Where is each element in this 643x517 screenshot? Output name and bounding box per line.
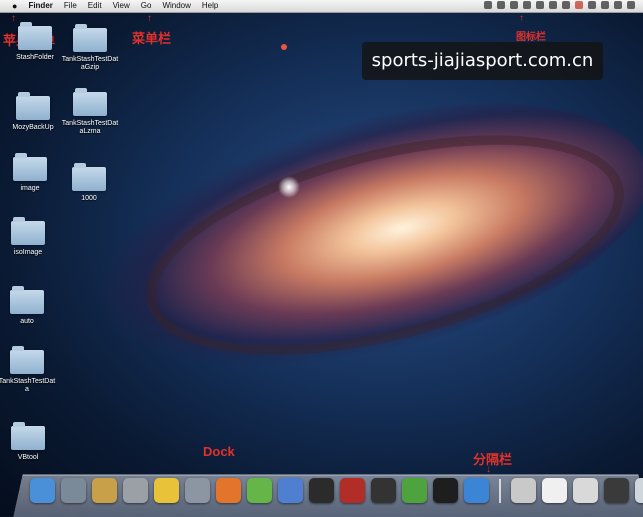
preview-icon[interactable] [185,478,210,503]
annotation-menu-bar: 菜单栏 [132,31,172,46]
status-icon[interactable] [588,1,596,9]
menu-go[interactable]: Go [141,0,152,12]
safari-icon[interactable] [464,478,489,503]
finder-icon[interactable] [30,478,55,503]
folder-icon [72,163,106,191]
dock-items [30,478,643,503]
screenshot-icon[interactable] [573,478,598,503]
desktop-folder-label: 1000 [81,195,97,202]
desktop-folder-label: auto [20,318,34,325]
dashboard-icon[interactable] [61,478,86,503]
status-icon[interactable] [484,1,492,9]
status-icon[interactable] [549,1,557,9]
menu-bar: ● Finder File Edit View Go Window Help [0,0,643,13]
status-icon[interactable] [523,1,531,9]
printer-icon[interactable] [511,478,536,503]
keychain-icon[interactable] [92,478,117,503]
bright-star [278,176,300,198]
terminal2-icon[interactable] [433,478,458,503]
annotation-dock: Dock [203,444,235,459]
console-icon[interactable] [371,478,396,503]
desktop-folder[interactable]: TankStashTestData [0,346,57,394]
desktop-folder-label: TankStashTestDataGzip [61,56,119,71]
desktop-folder[interactable]: TankStashTestDataLzma [60,88,120,136]
sync-icon[interactable] [278,478,303,503]
folder-icon [73,24,107,52]
folder-icon [11,422,45,450]
desktop-folder-label: image [20,185,40,192]
menu-help[interactable]: Help [202,0,218,12]
watermark: sports-jiajiasport.com.cn [362,42,603,80]
status-icon[interactable] [614,1,622,9]
desktop-folder[interactable]: auto [0,286,57,326]
arrow-up-icon: ↑ [147,13,152,24]
apple-menu-icon[interactable]: ● [12,0,17,12]
status-bar [484,1,635,9]
filezilla-icon[interactable] [340,478,365,503]
folder-icon [13,153,47,181]
trash-icon[interactable] [635,478,643,503]
android-icon[interactable] [247,478,272,503]
folder-icon [73,88,107,116]
folder-icon [11,217,45,245]
arrow-down-icon: ↓ [486,464,491,475]
desktop-folder[interactable]: MozyBackUp [3,92,63,132]
evernote-icon[interactable] [402,478,427,503]
document-icon[interactable] [542,478,567,503]
desktop-folder[interactable]: 1000 [59,163,119,203]
desktop-folder-label: VBtool [17,454,39,461]
status-icon[interactable] [575,1,583,9]
window-icon[interactable] [604,478,629,503]
status-icon[interactable] [601,1,609,9]
disk-utility-icon[interactable] [123,478,148,503]
annotation-status-bar: 图标栏 [516,32,546,43]
folder-icon [10,346,44,374]
status-icon[interactable] [536,1,544,9]
status-icon[interactable] [627,1,635,9]
terminal-icon[interactable] [309,478,334,503]
desktop-folder[interactable]: isoImage [0,217,58,257]
folder-icon [18,22,52,50]
desktop-folder-label: isoImage [13,249,43,256]
desktop-folder[interactable]: image [0,153,60,193]
desktop-folder-label: MozyBackUp [12,124,54,131]
desktop-folder-label: TankStashTestDataLzma [61,120,119,135]
desktop-folder[interactable]: StashFolder [5,22,65,62]
chrome-icon[interactable] [154,478,179,503]
arrow-up-icon: ↑ [11,13,16,24]
annotation-separator: 分隔栏 [473,452,513,467]
desktop-folder[interactable]: TankStashTestDataGzip [60,24,120,72]
desktop-folder[interactable]: VBtool [0,422,58,462]
arrow-up-icon: ↑ [519,13,524,24]
menu-file[interactable]: File [64,0,77,12]
desktop-folder-label: TankStashTestData [0,378,56,393]
desktop-folder-label: StashFolder [16,54,54,61]
status-icon[interactable] [497,1,505,9]
menu-finder[interactable]: Finder [28,0,52,12]
menu-edit[interactable]: Edit [88,0,102,12]
menu-view[interactable]: View [113,0,130,12]
status-icon[interactable] [510,1,518,9]
firefox-icon[interactable] [216,478,241,503]
menu-window[interactable]: Window [162,0,190,12]
status-icon[interactable] [562,1,570,9]
dock-separator [499,479,501,503]
folder-icon [10,286,44,314]
red-star [281,44,287,50]
folder-icon [16,92,50,120]
